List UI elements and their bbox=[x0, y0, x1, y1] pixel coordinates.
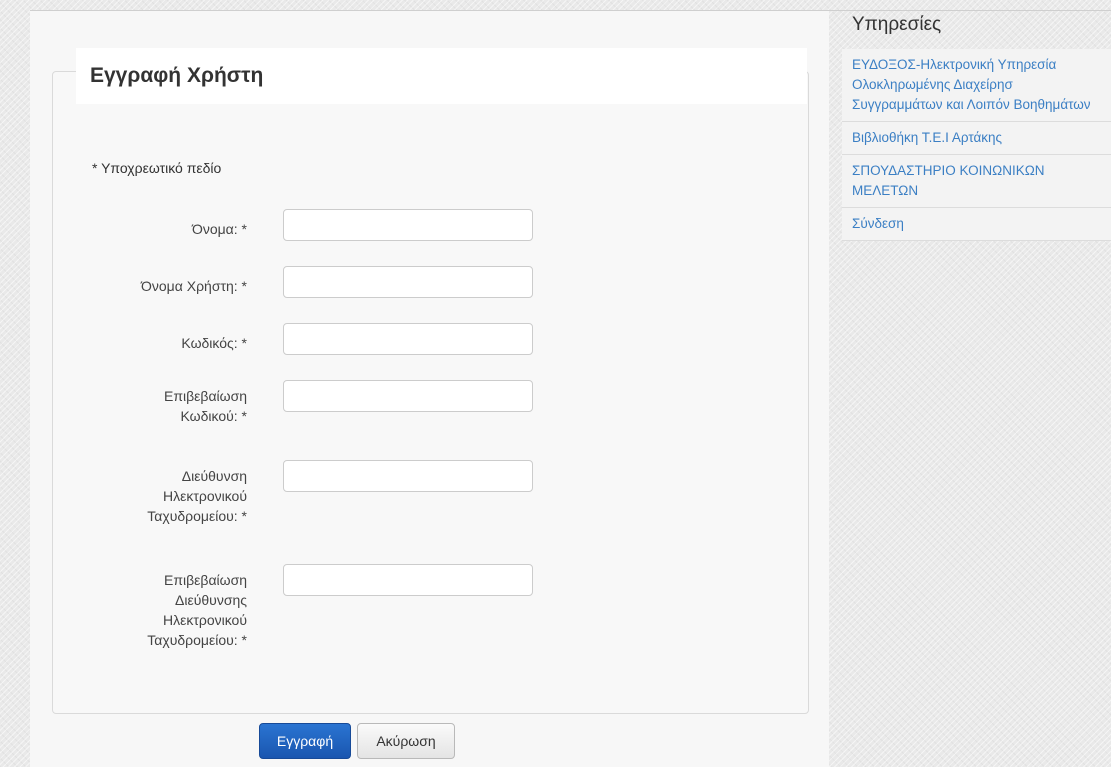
sidebar-link-eudoxus[interactable]: ΕΥΔΟΞΟΣ-Ηλεκτρονική Υπηρεσία Ολοκληρωμέν… bbox=[852, 57, 1091, 112]
services-list: ΕΥΔΟΞΟΣ-Ηλεκτρονική Υπηρεσία Ολοκληρωμέν… bbox=[842, 49, 1111, 241]
sidebar-title: Υπηρεσίες bbox=[852, 14, 942, 35]
confirm-email-input[interactable] bbox=[283, 564, 533, 596]
sidebar-link-social-studies[interactable]: ΣΠΟΥΔΑΣΤΗΡΙΟ ΚΟΙΝΩΝΙΚΩΝ ΜΕΛΕΤΩΝ bbox=[852, 163, 1045, 198]
confirm-email-label: Επιβεβαίωση Διεύθυνσης Ηλεκτρονικού Ταχυ… bbox=[147, 572, 247, 648]
email-input[interactable] bbox=[283, 460, 533, 492]
sidebar-item-library: Βιβλιοθήκη Τ.Ε.Ι Αρτάκης bbox=[842, 122, 1111, 155]
main-content: Εγγραφή Χρήστη * Υποχρεωτικό πεδίο Όνομα… bbox=[30, 11, 829, 767]
username-input[interactable] bbox=[283, 266, 533, 298]
first-name-input[interactable] bbox=[283, 209, 533, 241]
register-button[interactable]: Εγγραφή bbox=[259, 723, 351, 759]
sidebar-item-login: Σύνδεση bbox=[842, 208, 1111, 241]
confirm-password-input[interactable] bbox=[283, 380, 533, 412]
cancel-button[interactable]: Ακύρωση bbox=[357, 723, 455, 759]
password-label: Κωδικός: * bbox=[181, 335, 247, 351]
sidebar-link-login[interactable]: Σύνδεση bbox=[852, 216, 904, 231]
required-field-note: * Υποχρεωτικό πεδίο bbox=[92, 160, 222, 176]
email-label: Διεύθυνση Ηλεκτρονικού Ταχυδρομείου: * bbox=[147, 468, 247, 524]
sidebar-link-library[interactable]: Βιβλιοθήκη Τ.Ε.Ι Αρτάκης bbox=[852, 130, 1002, 145]
confirm-password-label: Επιβεβαίωση Κωδικού: * bbox=[163, 388, 247, 424]
sidebar-item-social-studies: ΣΠΟΥΔΑΣΤΗΡΙΟ ΚΟΙΝΩΝΙΚΩΝ ΜΕΛΕΤΩΝ bbox=[842, 155, 1111, 208]
page-title: Εγγραφή Χρήστη bbox=[90, 64, 264, 87]
sidebar-item-eudoxus: ΕΥΔΟΞΟΣ-Ηλεκτρονική Υπηρεσία Ολοκληρωμέν… bbox=[842, 49, 1111, 122]
form-legend: Εγγραφή Χρήστη bbox=[76, 48, 807, 104]
username-label: Όνομα Χρήστη: * bbox=[141, 278, 247, 294]
first-name-label: Όνομα: * bbox=[191, 221, 247, 237]
password-input[interactable] bbox=[283, 323, 533, 355]
